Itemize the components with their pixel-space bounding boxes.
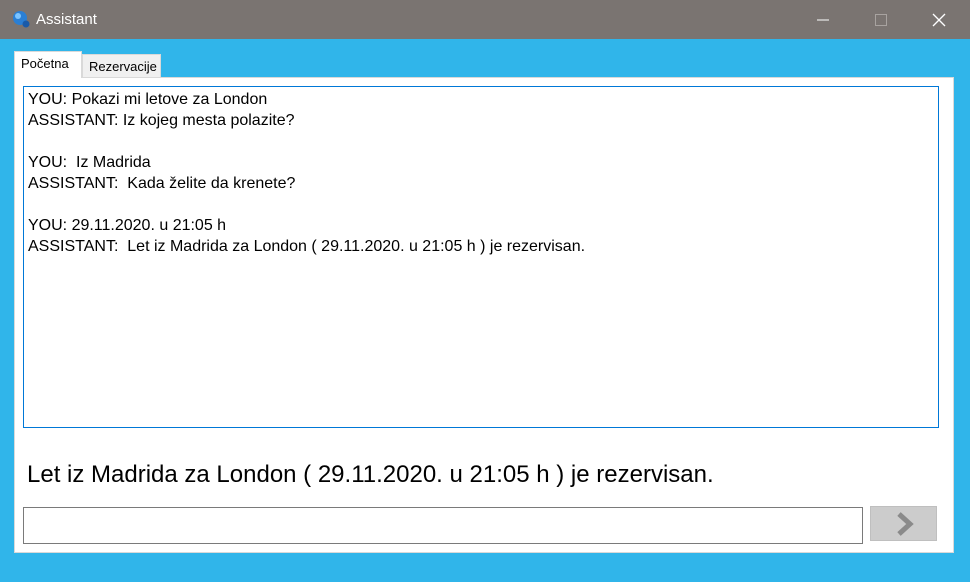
assistant-response-label: Let iz Madrida za London ( 29.11.2020. u…	[27, 461, 714, 488]
chat-line: ASSISTANT: Kada želite da krenete?	[28, 175, 296, 192]
tab-panel-pocetna: YOU: Pokazi mi letove za London ASSISTAN…	[14, 77, 954, 553]
chat-line: ASSISTANT: Iz kojeg mesta polazite?	[28, 112, 295, 129]
minimize-button[interactable]	[794, 0, 852, 39]
chat-history[interactable]: YOU: Pokazi mi letove za London ASSISTAN…	[23, 86, 939, 428]
close-button[interactable]	[910, 0, 968, 39]
window-title: Assistant	[36, 11, 97, 28]
close-icon	[932, 13, 946, 27]
chat-line	[28, 194, 934, 215]
maximize-button[interactable]	[852, 0, 910, 39]
send-button[interactable]	[870, 506, 937, 541]
minimize-icon	[817, 19, 829, 21]
chat-line: ASSISTANT: Let iz Madrida za London ( 29…	[28, 238, 586, 255]
chat-line: YOU: Iz Madrida	[28, 154, 151, 171]
title-bar[interactable]: Assistant	[0, 0, 970, 39]
assistant-logo-icon	[12, 10, 30, 28]
tab-rezervacije[interactable]: Rezervacije	[82, 54, 161, 78]
chat-line: YOU: Pokazi mi letove za London	[28, 91, 268, 108]
assistant-window: Assistant Početna Rezervacije YOU: Pokaz…	[0, 0, 970, 582]
message-input[interactable]	[23, 507, 863, 544]
tab-pocetna[interactable]: Početna	[14, 51, 82, 78]
chat-line	[28, 131, 934, 152]
chat-line: YOU: 29.11.2020. u 21:05 h	[28, 217, 227, 234]
maximize-icon	[875, 14, 887, 26]
chevron-right-icon	[897, 512, 914, 536]
